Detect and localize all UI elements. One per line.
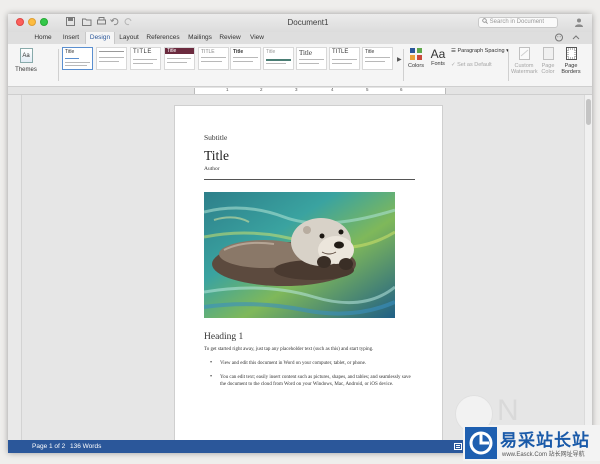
watermark-url: www.Easck.Com 站长网址导航	[502, 452, 585, 458]
watermark-label: Custom Watermark	[511, 63, 538, 75]
style-set-thumbnail[interactable]: TITLE	[130, 47, 161, 70]
tab-view[interactable]: View	[245, 32, 269, 44]
fonts-icon: Aa	[430, 47, 446, 61]
print-layout-view-icon[interactable]	[454, 443, 462, 450]
scrollbar-thumb[interactable]	[586, 99, 591, 125]
style-set-thumbnail[interactable]: Title	[263, 47, 294, 70]
smiley-feedback-icon[interactable]	[554, 33, 564, 42]
list-item[interactable]: View and edit this document in Word on y…	[210, 360, 415, 368]
word-count[interactable]: 136 Words	[70, 440, 101, 453]
style-set-thumbnail[interactable]: Title	[164, 47, 195, 70]
ruler-number: 2	[260, 87, 263, 92]
search-input[interactable]: Search in Document	[478, 17, 558, 28]
tab-mailings[interactable]: Mailings	[185, 32, 215, 44]
doc-bullet-list[interactable]: View and edit this document in Word on y…	[210, 360, 415, 395]
ruler-margin-area: 1 2 3 4 5 6	[194, 87, 446, 94]
undo-icon[interactable]	[110, 17, 119, 26]
tab-layout[interactable]: Layout	[116, 32, 142, 44]
ruler-number: 1	[226, 87, 229, 92]
set-as-default-button[interactable]: ✓ Set as Default	[451, 62, 492, 68]
search-placeholder: Search in Document	[489, 19, 545, 25]
separator	[58, 49, 59, 81]
watermark-icon	[518, 47, 530, 60]
share-user-icon[interactable]	[574, 18, 584, 27]
themes-icon: Aa	[19, 48, 33, 63]
themes-label: Themes	[15, 67, 37, 73]
doc-subtitle[interactable]: Subtitle	[204, 133, 227, 142]
close-window-button[interactable]	[16, 18, 24, 26]
open-folder-icon[interactable]	[82, 17, 92, 26]
maximize-window-button[interactable]	[40, 18, 48, 26]
fonts-button[interactable]: Aa Fonts	[427, 47, 449, 67]
ribbon-tabs: Home Insert Design Layout References Mai…	[8, 32, 592, 44]
page-color-icon	[542, 47, 554, 60]
style-set-thumbnail[interactable]: Title	[62, 47, 93, 70]
style-set-thumbnail[interactable]: TITLE	[329, 47, 360, 70]
tab-home[interactable]: Home	[30, 32, 56, 44]
colors-label: Colors	[408, 63, 424, 69]
doc-title[interactable]: Title	[204, 148, 229, 164]
colors-button[interactable]: Colors	[405, 47, 427, 69]
watermark-site-name: 易采站长站	[500, 431, 590, 451]
sea-otter-picture	[204, 192, 395, 318]
tab-review[interactable]: Review	[217, 32, 243, 44]
design-ribbon: Aa Themes Title TITLE Title TITLE Title …	[8, 44, 592, 87]
doc-author[interactable]: Author	[204, 166, 220, 172]
redo-icon[interactable]	[124, 17, 133, 26]
vertical-ruler[interactable]	[8, 95, 22, 440]
horizontal-ruler[interactable]: 1 2 3 4 5 6	[8, 87, 592, 95]
doc-heading-1[interactable]: Heading 1	[204, 332, 243, 342]
list-item[interactable]: You can edit text; easily insert content…	[210, 374, 415, 389]
page-borders-icon	[565, 47, 577, 60]
style-set-thumbnail[interactable]	[96, 47, 127, 70]
separator	[508, 49, 509, 81]
sea-otter-image[interactable]	[204, 192, 395, 318]
style-set-thumbnail[interactable]: Title	[362, 47, 393, 70]
word-window: Document1 Search in Document Home Insert…	[8, 14, 592, 453]
check-circle-icon: ✓	[451, 62, 456, 68]
watermark-logo-icon	[465, 427, 497, 459]
vertical-scrollbar[interactable]	[584, 95, 592, 440]
separator	[403, 49, 404, 81]
paragraph-spacing-label: Paragraph Spacing	[457, 48, 505, 54]
paragraph-spacing-icon: ☰	[451, 48, 456, 54]
ruler-number: 6	[400, 87, 403, 92]
collapse-ribbon-icon[interactable]	[572, 33, 580, 42]
page-count[interactable]: Page 1 of 2	[32, 440, 65, 453]
style-set-thumbnail[interactable]: TITLE	[198, 47, 229, 70]
ruler-number: 5	[366, 87, 369, 92]
page-borders-button[interactable]: Page Borders	[559, 47, 583, 75]
gallery-more-arrow-icon[interactable]: ▶	[397, 56, 402, 63]
document-page[interactable]: Subtitle Title Author Heading 1 To get s…	[174, 105, 443, 453]
ruler-number: 4	[331, 87, 334, 92]
doc-intro-paragraph[interactable]: To get started right away, just tap any …	[204, 346, 419, 353]
save-icon[interactable]	[66, 17, 75, 26]
themes-button[interactable]: Aa Themes	[12, 47, 40, 83]
watermark-letter: N	[497, 394, 519, 427]
page-color-button[interactable]: Page Color	[539, 47, 557, 75]
page-borders-label: Page Borders	[561, 63, 581, 75]
colors-icon	[410, 48, 422, 60]
title-bar: Document1 Search in Document	[8, 14, 592, 32]
title-divider	[204, 179, 415, 180]
tab-insert[interactable]: Insert	[58, 32, 84, 44]
style-set-thumbnail[interactable]: Title	[230, 47, 261, 70]
set-default-label: Set as Default	[457, 62, 492, 68]
watermark-button[interactable]: Custom Watermark	[511, 47, 538, 75]
print-icon[interactable]	[97, 17, 106, 26]
ruler-number: 3	[295, 87, 298, 92]
style-set-thumbnail[interactable]: Title	[296, 47, 327, 70]
document-canvas[interactable]: Subtitle Title Author Heading 1 To get s…	[8, 95, 584, 453]
minimize-window-button[interactable]	[28, 18, 36, 26]
tab-design[interactable]: Design	[85, 32, 115, 44]
paragraph-spacing-button[interactable]: ☰ Paragraph Spacing ▾	[451, 48, 509, 54]
document-title: Document1	[287, 18, 329, 27]
page-color-label: Page Color	[541, 63, 555, 75]
tab-references[interactable]: References	[144, 32, 182, 44]
fonts-label: Fonts	[431, 61, 445, 67]
search-icon	[482, 18, 488, 25]
